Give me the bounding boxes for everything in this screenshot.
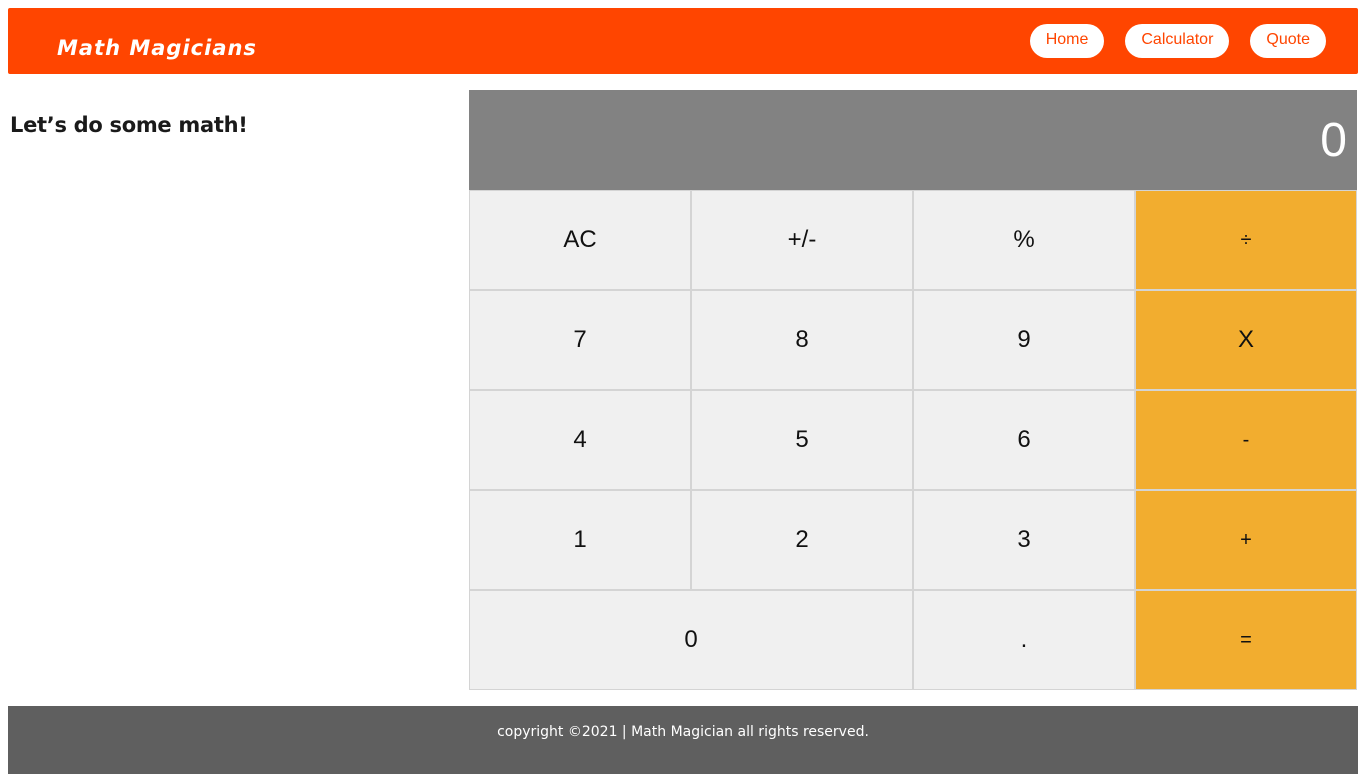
digit-1-button[interactable]: 1 xyxy=(469,490,691,590)
nav-links: Home Calculator Quote xyxy=(1029,24,1326,58)
digit-6-button[interactable]: 6 xyxy=(913,390,1135,490)
copyright-text: copyright ©2021 | Math Magician all righ… xyxy=(497,724,869,740)
brand-logo[interactable]: Math Magicians xyxy=(57,36,257,60)
digit-3-button[interactable]: 3 xyxy=(913,490,1135,590)
digit-7-button[interactable]: 7 xyxy=(469,290,691,390)
digit-8-button[interactable]: 8 xyxy=(691,290,913,390)
decimal-button[interactable]: . xyxy=(913,590,1135,690)
digit-5-button[interactable]: 5 xyxy=(691,390,913,490)
add-button[interactable]: + xyxy=(1135,490,1357,590)
calculator-keypad: AC +/- % ÷ 7 8 9 X 4 5 6 - 1 2 3 + 0 . = xyxy=(469,190,1357,690)
nav-link-calculator[interactable]: Calculator xyxy=(1125,24,1230,58)
divide-button[interactable]: ÷ xyxy=(1135,190,1357,290)
subtract-button[interactable]: - xyxy=(1135,390,1357,490)
nav-link-quote[interactable]: Quote xyxy=(1250,24,1326,58)
nav-link-home[interactable]: Home xyxy=(1029,24,1105,58)
digit-4-button[interactable]: 4 xyxy=(469,390,691,490)
percent-button[interactable]: % xyxy=(913,190,1135,290)
page-title: Let’s do some math! xyxy=(10,113,248,137)
digit-0-button[interactable]: 0 xyxy=(469,590,913,690)
digit-2-button[interactable]: 2 xyxy=(691,490,913,590)
clear-button[interactable]: AC xyxy=(469,190,691,290)
multiply-button[interactable]: X xyxy=(1135,290,1357,390)
calculator-display: 0 xyxy=(469,90,1357,190)
footer: copyright ©2021 | Math Magician all righ… xyxy=(8,706,1358,774)
calculator: 0 AC +/- % ÷ 7 8 9 X 4 5 6 - 1 2 3 + 0 .… xyxy=(469,90,1357,690)
equals-button[interactable]: = xyxy=(1135,590,1357,690)
navbar: Math Magicians Home Calculator Quote xyxy=(8,8,1358,74)
digit-9-button[interactable]: 9 xyxy=(913,290,1135,390)
sign-toggle-button[interactable]: +/- xyxy=(691,190,913,290)
